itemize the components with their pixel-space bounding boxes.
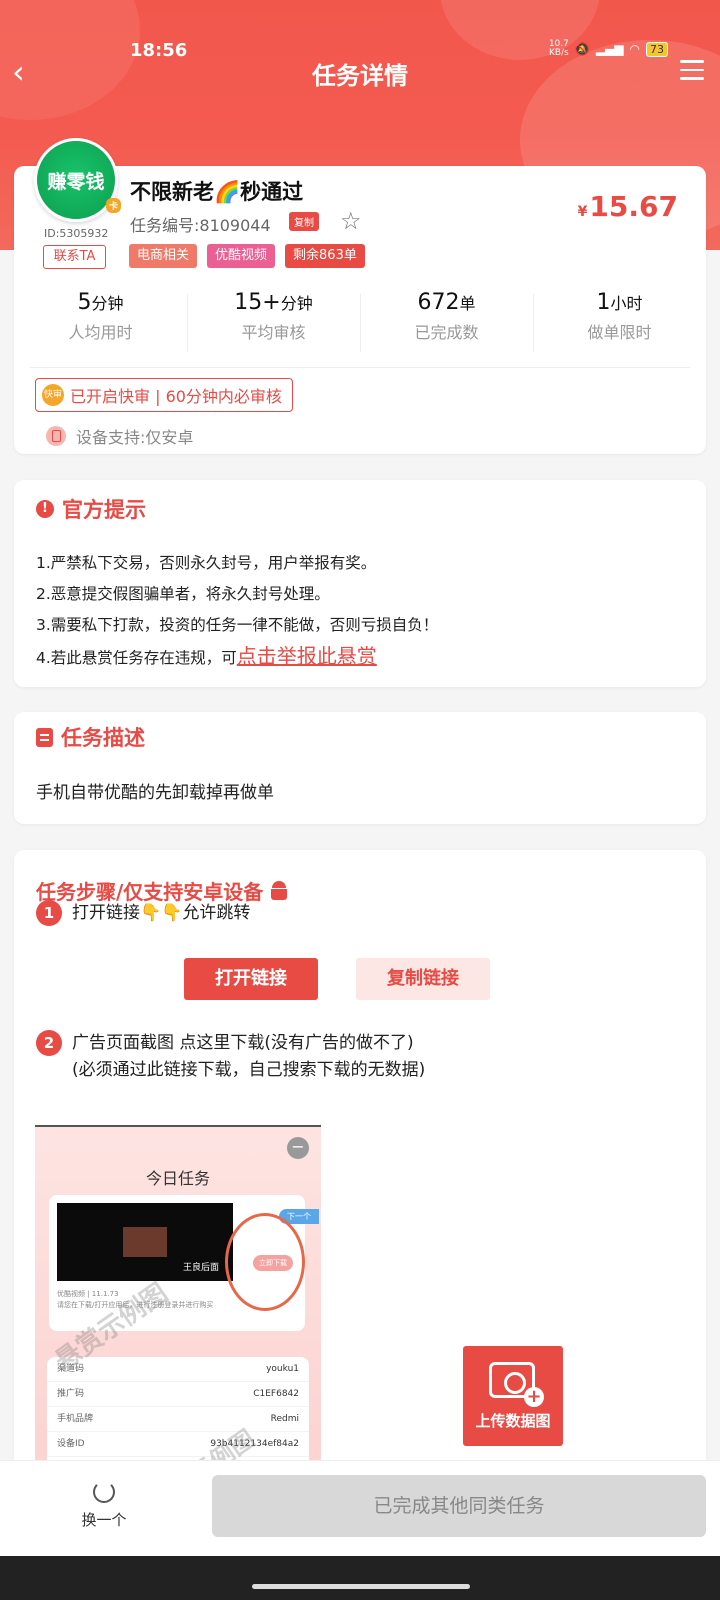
example-screenshot[interactable]: − 今日任务 王良后面 下一个 立即下载 优酷视频 | 11.1.73 请您在下载… <box>35 1125 321 1490</box>
official-tips-heading: ! 官方提示 <box>36 494 146 524</box>
warning-icon: ! <box>36 500 54 518</box>
stat-time-limit: 1小时 做单限时 <box>533 290 706 358</box>
task-price: ¥15.67 <box>577 190 678 223</box>
task-tags: 电商相关 优酷视频 剩余863单 <box>129 244 365 268</box>
step-2: 2 广告页面截图 点这里下载(没有广告的做不了) (必须通过此链接下载，自己搜索下载… <box>36 1030 425 1084</box>
step-number: 2 <box>36 1030 62 1056</box>
page-title: 任务详情 <box>312 62 408 90</box>
table-row: 手机品牌 Redmi <box>47 1407 309 1432</box>
report-link[interactable]: 点击举报此悬赏 <box>237 644 377 668</box>
rule-item: 4.若此悬赏任务存在违规，可点击举报此悬赏 <box>36 644 377 668</box>
device-support: 设备支持:仅安卓 <box>46 424 193 448</box>
rules-list: 1.严禁私下交易，否则永久封号，用户举报有奖。 2.恶意提交假图骗单者，将永久封… <box>36 548 438 674</box>
document-icon <box>36 727 53 747</box>
system-nav-bar <box>0 1556 720 1600</box>
divider <box>30 367 690 368</box>
task-description-heading: 任务描述 <box>36 722 145 752</box>
task-title: 不限新老🌈秒通过 <box>130 180 304 204</box>
fast-review-icon: 快审 <box>42 384 64 406</box>
battery-icon: 73 <box>646 41 668 57</box>
android-icon <box>271 880 288 901</box>
stat-avg-time: 5分钟 人均用时 <box>68 290 133 342</box>
stat-completed: 672单 已完成数 <box>360 290 533 358</box>
publisher-id: ID:5305932 <box>44 227 109 240</box>
crown-icon: 卡 <box>105 198 121 213</box>
contact-button[interactable]: 联系TA <box>43 245 106 269</box>
star-icon[interactable]: ☆ <box>340 207 362 235</box>
publisher-avatar[interactable]: 赚零钱 卡 <box>34 138 121 222</box>
camera-icon: + <box>489 1362 544 1407</box>
task-steps-card: 任务步骤/仅支持安卓设备 1 打开链接👇👇允许跳转 打开链接 复制链接 2 广告页面… <box>14 850 706 1490</box>
example-ad-card: 王良后面 下一个 立即下载 优酷视频 | 11.1.73 请您在下载/打开应用后，… <box>49 1195 319 1331</box>
minus-icon: − <box>287 1137 309 1159</box>
example-video: 王良后面 <box>57 1203 233 1281</box>
copy-task-number-button[interactable]: 复制 <box>289 212 319 231</box>
swap-task-button[interactable]: 换一个 <box>76 1481 132 1530</box>
done-similar-button[interactable]: 已完成其他同类任务 <box>212 1475 706 1537</box>
step-1: 1 打开链接👇👇允许跳转 <box>36 900 250 927</box>
task-description-text: 手机自带优酷的先卸载掉再做单 <box>36 783 274 803</box>
task-description-card: 任务描述 手机自带优酷的先卸载掉再做单 <box>14 712 706 824</box>
copy-link-button[interactable]: 复制链接 <box>356 958 490 1000</box>
rule-item: 3.需要私下打款，投资的任务一律不能做，否则亏损自负！ <box>36 616 439 634</box>
task-number: 任务编号:8109044 <box>130 216 271 235</box>
home-indicator[interactable] <box>252 1584 470 1589</box>
download-link[interactable]: 广告页面截图 点这里下载(没有广告的做不了) <box>72 1033 414 1053</box>
menu-icon[interactable] <box>680 60 704 82</box>
step-number: 1 <box>36 900 62 926</box>
refresh-icon <box>93 1481 115 1503</box>
rule-item: 1.严禁私下交易，否则永久封号，用户举报有奖。 <box>36 554 377 572</box>
stat-avg-review: 15+分钟 平均审核 <box>187 290 360 358</box>
table-row: 推广码 C1EF6842 <box>47 1382 309 1407</box>
tag-remaining: 剩余863单 <box>285 244 365 268</box>
fast-review-badge: 快审 已开启快审 | 60分钟内必审核 <box>35 378 293 412</box>
bottom-bar: 换一个 已完成其他同类任务 <box>0 1460 720 1556</box>
phone-icon <box>46 426 66 446</box>
official-tips-card: ! 官方提示 1.严禁私下交易，否则永久封号，用户举报有奖。 2.恶意提交假图骗单… <box>14 480 706 687</box>
rule-item: 2.恶意提交假图骗单者，将永久封号处理。 <box>36 585 330 603</box>
mute-icon: 🔕 <box>574 42 590 56</box>
task-stats: 5分钟 人均用时 15+分钟 平均审核 672单 已完成数 1小时 做单限时 <box>14 290 706 358</box>
wifi-icon: ◠ <box>629 42 640 56</box>
upload-data-button[interactable]: + 上传数据图 <box>463 1346 563 1446</box>
tag-platform: 优酷视频 <box>207 244 276 268</box>
table-row: 设备ID 93b4112134ef84a2 <box>47 1432 309 1457</box>
example-title: 今日任务 <box>145 1169 210 1188</box>
signal-icon: ▂▄▆ <box>595 42 624 56</box>
open-link-button[interactable]: 打开链接 <box>184 958 318 1000</box>
tag-category: 电商相关 <box>129 244 198 268</box>
